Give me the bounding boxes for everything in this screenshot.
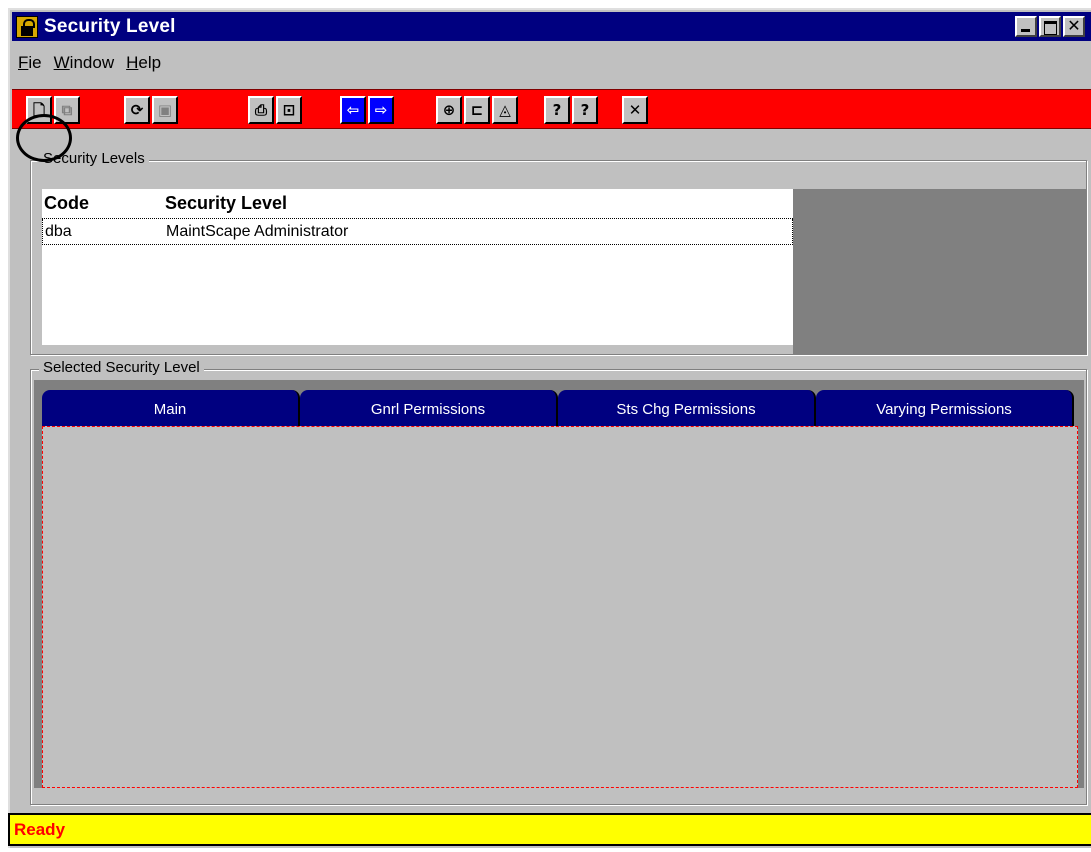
permission-tabs: Main Gnrl Permissions Sts Chg Permission… (42, 390, 1078, 428)
menu-window[interactable]: Window (48, 53, 120, 73)
print-icon[interactable]: ⎙ (248, 96, 274, 124)
next-record-icon[interactable]: ⇨ (368, 96, 394, 124)
window-title: Security Level (44, 15, 176, 37)
tab-gnrl-permissions[interactable]: Gnrl Permissions (300, 390, 558, 428)
refresh-icon[interactable]: ⟳ (124, 96, 150, 124)
window-controls: ✕ (1013, 16, 1085, 37)
tab-panel-main (42, 426, 1078, 788)
toolbar: 🗋 ⧉ ⟳ ▣ ⎙ ⊡ ⇦ ⇨ ⊕ ⊏ ◬ ? ? ✕ (12, 89, 1091, 129)
security-levels-list[interactable]: Code Security Level dba MaintScape Admin… (42, 189, 793, 345)
menu-help-mnemonic: H (126, 53, 139, 72)
list-background (793, 189, 1086, 354)
status-bar: Ready (8, 813, 1091, 846)
column-header-code[interactable]: Code (42, 193, 165, 214)
list-row[interactable]: dba MaintScape Administrator (42, 219, 793, 245)
help-icon[interactable]: ? (544, 96, 570, 124)
selected-security-level-legend: Selected Security Level (39, 359, 204, 376)
find-icon[interactable]: ◬ (492, 96, 518, 124)
cell-code: dba (45, 222, 72, 240)
menu-help-label: elp (138, 53, 162, 72)
tab-main[interactable]: Main (42, 390, 300, 428)
save-icon[interactable]: ▣ (152, 96, 178, 124)
security-lock-icon[interactable]: ⊕ (436, 96, 462, 124)
title-bar[interactable]: Security Level ✕ (12, 12, 1091, 41)
open-folder-icon[interactable]: ⊏ (464, 96, 490, 124)
column-header-security-level[interactable]: Security Level (165, 193, 287, 214)
print-preview-icon[interactable]: ⊡ (276, 96, 302, 124)
close-icon[interactable]: ✕ (622, 96, 648, 124)
list-header: Code Security Level (42, 189, 793, 219)
tab-varying-permissions[interactable]: Varying Permissions (816, 390, 1074, 428)
security-level-window: Security Level ✕ Fie Window Help 🗋 ⧉ ⟳ ▣… (8, 8, 1091, 848)
lock-icon (16, 15, 38, 38)
minimize-button[interactable] (1015, 16, 1037, 37)
menu-help[interactable]: Help (120, 53, 167, 73)
menu-file[interactable]: Fie (12, 53, 48, 73)
status-text: Ready (14, 819, 66, 839)
menu-window-mnemonic: W (53, 53, 70, 72)
maximize-button[interactable] (1039, 16, 1061, 37)
security-levels-legend: Security Levels (39, 150, 149, 167)
menu-bar: Fie Window Help (12, 43, 167, 83)
new-document-icon[interactable]: 🗋 (26, 96, 52, 124)
menu-window-label: indow (69, 53, 115, 72)
copy-icon[interactable]: ⧉ (54, 96, 80, 124)
menu-file-label: ie (28, 53, 42, 72)
context-help-icon[interactable]: ? (572, 96, 598, 124)
cell-security-level: MaintScape Administrator (166, 222, 349, 240)
menu-file-mnemonic: F (18, 53, 29, 72)
previous-record-icon[interactable]: ⇦ (340, 96, 366, 124)
tab-sts-chg-permissions[interactable]: Sts Chg Permissions (558, 390, 816, 428)
close-window-button[interactable]: ✕ (1063, 16, 1085, 37)
